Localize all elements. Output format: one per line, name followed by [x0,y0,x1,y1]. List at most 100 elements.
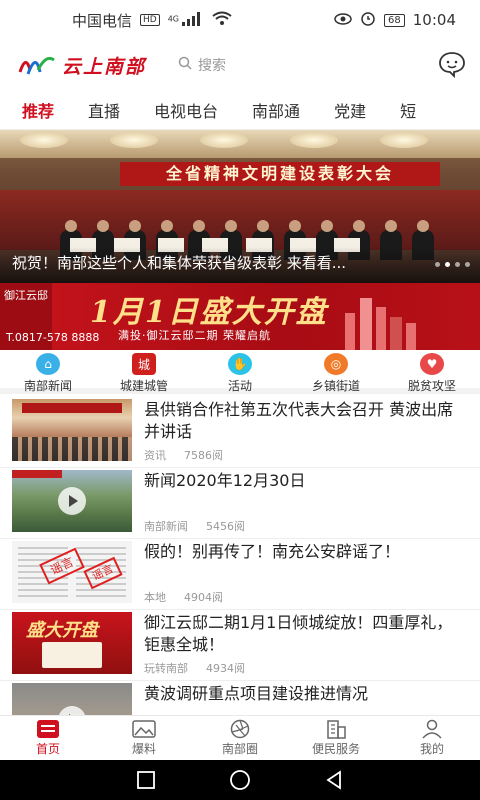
news-title: 新闻2020年12月30日 [144,471,306,490]
hero-caption: 祝贺！南部这些个人和集体荣获省级表彰 来看看... [12,254,347,272]
news-title: 假的！别再传了！南充公安辟谣了！ [144,542,401,561]
tab-short[interactable]: 短 [400,98,416,122]
carousel-dot[interactable] [445,262,450,267]
hand-icon: ✋ [228,353,252,375]
town-icon: ◎ [324,353,348,375]
news-item[interactable]: 谣言 谣言 假的！别再传了！南充公安辟谣了！ 本地 4904阅 [0,539,480,610]
carousel-dot[interactable] [455,262,460,267]
news-list: 县供销合作社第五次代表大会召开 黄波出席并讲话 资讯 7586阅 新闻2020年1… [0,397,480,715]
shortcut-label: 活动 [227,379,252,393]
status-bar: 中国电信 HD 4G 68 10:04 [0,0,480,40]
news-views: 7586阅 [184,449,223,462]
chandelier-icon [200,132,248,148]
nav-label: 首页 [35,742,60,756]
news-item[interactable]: 县供销合作社第五次代表大会召开 黄波出席并讲话 资讯 7586阅 [0,397,480,468]
news-views: 4904阅 [184,591,223,604]
home-button-icon[interactable] [229,769,251,791]
status-right: 68 10:04 [334,10,456,30]
carousel-dots [435,262,470,267]
news-source: 南部新闻 [144,520,188,533]
ad-subline: 满投·御江云邸二期 荣耀启航 [118,329,271,342]
search-icon [178,56,192,74]
news-meta: 本地 4904阅 [144,589,223,605]
news-thumbnail [12,683,132,715]
nav-label: 南部圈 [221,742,258,756]
search-box[interactable]: 搜索 [178,55,226,75]
system-nav-bar [0,760,480,800]
tab-party[interactable]: 党建 [334,98,366,122]
recent-apps-icon[interactable] [136,770,156,790]
news-thumbnail: 盛大开盘 [12,612,132,674]
nav-mine[interactable]: 我的 [384,716,480,760]
news-title: 黄波调研重点项目建设推进情况 [144,684,369,703]
aperture-icon [230,719,250,739]
news-meta: 资讯 7586阅 [144,447,223,463]
battery-indicator: 68 [384,13,405,27]
news-item[interactable]: 盛大开盘 御江云邸二期1月1日倾城绽放！四重厚礼，钜惠全城！ 玩转南部 4934阅 [0,610,480,681]
tab-nanbu-tong[interactable]: 南部通 [252,98,300,122]
news-thumbnail [12,399,132,461]
category-tabs: 推荐 直播 电视电台 南部通 党建 短 [0,90,480,130]
alarm-icon [360,10,376,30]
network-type: 4G [167,14,180,24]
shortcut-bar: ⌂ 南部新闻 城 城建城管 ✋ 活动 ◎ 乡镇街道 ♥ 脱贫攻坚 [0,350,480,394]
nav-home[interactable]: 首页 [0,716,96,760]
news-title: 县供销合作社第五次代表大会召开 黄波出席并讲话 [144,400,454,441]
building-icon [327,720,346,739]
home-list-icon [37,720,59,738]
shortcut-nanbu-news[interactable]: ⌂ 南部新闻 [3,353,93,394]
nav-label: 便民服务 [311,742,360,756]
logo-icon [18,52,56,78]
play-icon [58,487,86,515]
ad-banner[interactable]: 御江云邸 T.0817-578 8888 1月1日盛大开盘 满投·御江云邸二期 … [0,283,480,350]
shortcut-city-management[interactable]: 城 城建城管 [99,353,189,394]
nav-tip-off[interactable]: 爆料 [96,716,192,760]
signal-icon: 4G [167,11,204,29]
news-source: 本地 [144,591,166,604]
shortcut-towns[interactable]: ◎ 乡镇街道 [291,353,381,394]
chandelier-icon [380,132,428,148]
nav-services[interactable]: 便民服务 [288,716,384,760]
city-badge-icon: 城 [132,353,156,375]
news-source: 玩转南部 [144,662,188,675]
carrier-label: 中国电信 [72,11,133,30]
hero-banner-text: 全省精神文明建设表彰大会 [120,162,440,186]
shortcut-activities[interactable]: ✋ 活动 [195,353,285,394]
app-logo-text: 云上南部 [62,55,147,78]
nav-nanbu-circle[interactable]: 南部圈 [192,716,288,760]
back-icon[interactable] [324,770,344,790]
chandelier-icon [20,132,68,148]
tab-tv-radio[interactable]: 电视电台 [154,98,218,122]
picture-icon [132,720,156,738]
status-left: 中国电信 HD 4G [72,10,232,31]
news-meta: 南部新闻 5456阅 [144,518,245,534]
carousel-dot[interactable] [435,262,440,267]
tab-live[interactable]: 直播 [88,98,120,122]
shortcut-poverty-relief[interactable]: ♥ 脱贫攻坚 [387,353,477,394]
news-views: 4934阅 [206,662,245,675]
news-item[interactable]: 黄波调研重点项目建设推进情况 [0,681,480,715]
tab-recommend[interactable]: 推荐 [22,98,55,129]
news-meta: 玩转南部 4934阅 [144,660,245,676]
news-thumbnail [12,470,132,532]
app-header: 云上南部 搜索 [0,40,480,90]
handshake-icon: ♥ [420,353,444,375]
search-placeholder: 搜索 [198,58,227,74]
skyline-icon [340,293,420,350]
carousel-dot[interactable] [465,262,470,267]
nav-label: 爆料 [131,742,156,756]
nav-label: 我的 [419,742,444,756]
chat-bubble-icon[interactable] [438,50,466,79]
shortcut-label: 城建城管 [119,379,168,393]
shortcut-label: 脱贫攻坚 [407,379,456,393]
bottom-nav: 首页 爆料 南部圈 便民服务 我的 [0,715,480,760]
shortcut-label: 南部新闻 [23,379,72,393]
shortcut-label: 乡镇街道 [311,379,360,393]
home-icon: ⌂ [36,353,60,375]
hd-badge: HD [140,14,160,26]
news-views: 5456阅 [206,520,245,533]
hero-carousel[interactable]: 全省精神文明建设表彰大会 祝贺！南部这些个人和集体荣获省级表彰 来看看... [0,130,480,283]
news-item[interactable]: 新闻2020年12月30日 南部新闻 5456阅 [0,468,480,539]
news-thumbnail: 谣言 谣言 [12,541,132,603]
person-icon [422,719,442,739]
